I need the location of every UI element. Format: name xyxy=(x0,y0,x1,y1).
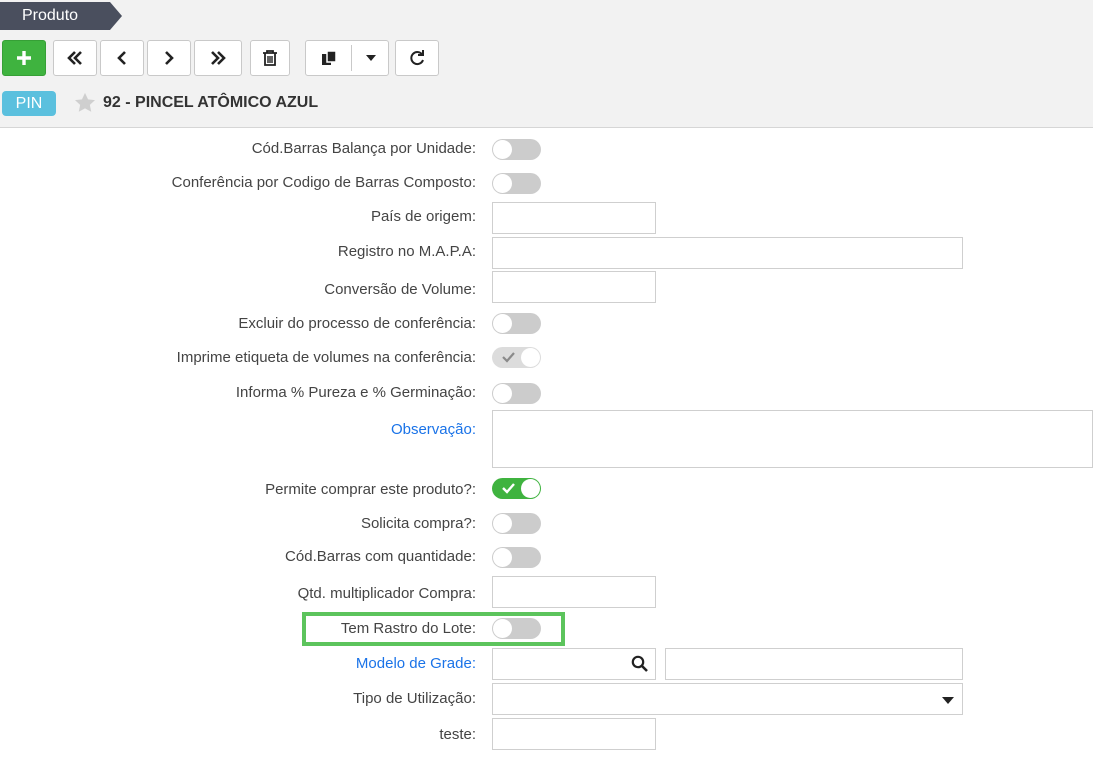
label-conversao-volume: Conversão de Volume: xyxy=(324,281,476,298)
pais-origem-input[interactable] xyxy=(492,202,656,234)
last-icon xyxy=(211,51,226,65)
delete-button[interactable] xyxy=(250,40,290,76)
breadcrumb[interactable]: Produto xyxy=(0,2,122,30)
toggle-imprime-etiqueta[interactable] xyxy=(492,347,541,368)
label-pais-origem: País de origem: xyxy=(370,208,476,225)
label-registro-mapa: Registro no M.A.P.A: xyxy=(337,243,476,260)
observacao-textarea[interactable] xyxy=(492,410,1093,468)
record-title: 92 - PINCEL ATÔMICO AZUL xyxy=(103,94,319,111)
toggle-excluir-conferencia[interactable] xyxy=(492,313,541,334)
label-tem-rastro-lote: Tem Rastro do Lote: xyxy=(340,620,476,637)
dropdown-caret-icon xyxy=(942,697,954,704)
label-imprime-etiqueta: Imprime etiqueta de volumes na conferênc… xyxy=(176,349,476,366)
toggle-knob xyxy=(493,548,512,567)
label-modelo-grade[interactable]: Modelo de Grade: xyxy=(356,655,476,672)
refresh-button[interactable] xyxy=(395,40,439,76)
label-qtd-multiplicador: Qtd. multiplicador Compra: xyxy=(297,585,476,602)
copy-button-group xyxy=(305,40,389,76)
previous-record-button[interactable] xyxy=(100,40,144,76)
label-solicita-compra: Solicita compra?: xyxy=(360,515,476,532)
copy-options-button[interactable] xyxy=(352,41,389,75)
add-button[interactable] xyxy=(2,40,46,76)
dropdown-caret-icon xyxy=(365,55,376,61)
trash-icon xyxy=(263,50,277,66)
prev-icon xyxy=(117,51,126,65)
label-conferencia-cod-barras: Conferência por Codigo de Barras Compost… xyxy=(171,174,476,191)
label-observacao[interactable]: Observação: xyxy=(391,421,476,438)
record-badge: PIN xyxy=(2,91,56,116)
toggle-cod-barras-quantidade[interactable] xyxy=(492,547,541,568)
toggle-cod-barras-balanca[interactable] xyxy=(492,139,541,160)
conversao-volume-input[interactable] xyxy=(492,271,656,303)
toggle-knob xyxy=(493,314,512,333)
favorite-star-icon[interactable] xyxy=(73,92,97,114)
label-cod-barras-quantidade: Cód.Barras com quantidade: xyxy=(285,548,476,565)
label-permite-comprar: Permite comprar este produto?: xyxy=(265,481,476,498)
toggle-solicita-compra[interactable] xyxy=(492,513,541,534)
toggle-knob xyxy=(521,348,540,367)
header: Produto PIN 92 - PINCEL ATÔMICO AZUL xyxy=(0,0,1093,128)
copy-icon xyxy=(321,50,337,65)
refresh-icon xyxy=(410,50,424,66)
toggle-conferencia-cod-barras[interactable] xyxy=(492,173,541,194)
last-record-button[interactable] xyxy=(194,40,242,76)
copy-button[interactable] xyxy=(306,41,351,75)
toggle-knob xyxy=(493,619,512,638)
search-icon[interactable] xyxy=(631,655,649,673)
toggle-knob xyxy=(493,174,512,193)
tipo-utilizacao-select[interactable] xyxy=(492,683,963,715)
first-record-button[interactable] xyxy=(53,40,97,76)
breadcrumb-label: Produto xyxy=(22,7,79,24)
toggle-informa-pureza[interactable] xyxy=(492,383,541,404)
next-icon xyxy=(165,51,174,65)
check-icon xyxy=(502,352,515,363)
modelo-grade-description-input[interactable] xyxy=(665,648,963,680)
modelo-grade-code-input[interactable] xyxy=(492,648,656,680)
registro-mapa-input[interactable] xyxy=(492,237,963,269)
add-icon xyxy=(17,51,31,65)
toggle-knob xyxy=(493,514,512,533)
check-icon xyxy=(502,483,515,494)
toggle-permite-comprar[interactable] xyxy=(492,478,541,499)
next-record-button[interactable] xyxy=(147,40,191,76)
label-cod-barras-balanca: Cód.Barras Balança por Unidade: xyxy=(251,140,476,157)
toggle-tem-rastro-lote[interactable] xyxy=(492,618,541,639)
toggle-knob xyxy=(493,140,512,159)
toggle-knob xyxy=(521,479,540,498)
label-excluir-conferencia: Excluir do processo de conferência: xyxy=(238,315,476,332)
qtd-multiplicador-input[interactable] xyxy=(492,576,656,608)
label-teste: teste: xyxy=(439,726,476,743)
first-icon xyxy=(67,51,82,65)
label-tipo-utilizacao: Tipo de Utilização: xyxy=(353,690,476,707)
teste-input[interactable] xyxy=(492,718,656,750)
label-informa-pureza: Informa % Pureza e % Germinação: xyxy=(235,384,476,401)
toggle-knob xyxy=(493,384,512,403)
